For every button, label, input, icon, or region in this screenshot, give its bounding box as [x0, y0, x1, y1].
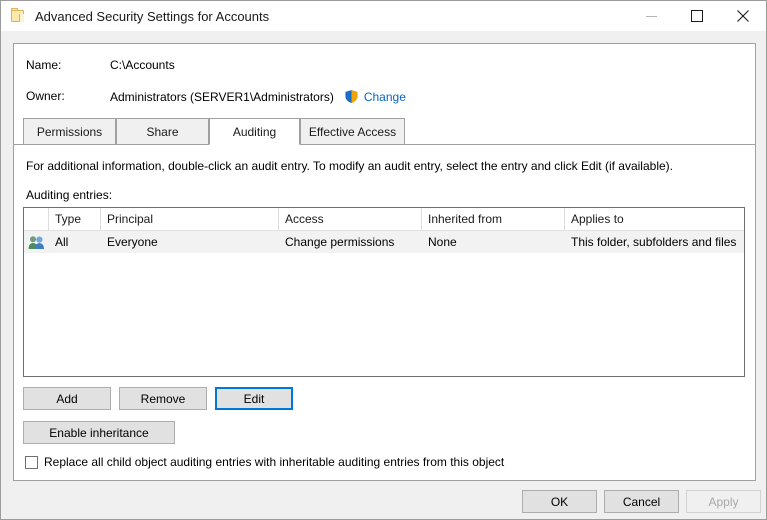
- close-icon[interactable]: [720, 1, 766, 31]
- column-header-access[interactable]: Access: [279, 208, 422, 230]
- dialog-footer: OK Cancel Apply: [1, 482, 766, 519]
- window-title: Advanced Security Settings for Accounts: [35, 8, 270, 24]
- window-controls: [628, 1, 766, 31]
- name-value: C:\Accounts: [110, 58, 175, 72]
- auditing-entries-label: Auditing entries:: [26, 188, 113, 202]
- column-header-inherited-from[interactable]: Inherited from: [422, 208, 565, 230]
- ok-button[interactable]: OK: [522, 490, 597, 513]
- change-owner-link[interactable]: Change: [364, 90, 406, 104]
- tab-strip: Permissions Share Auditing Effective Acc…: [14, 118, 755, 145]
- tab-auditing[interactable]: Auditing: [209, 118, 300, 145]
- uac-shield-icon: [344, 89, 359, 105]
- users-icon: [24, 231, 49, 253]
- remove-button[interactable]: Remove: [119, 387, 207, 410]
- column-header-icon: [24, 208, 49, 230]
- cancel-button[interactable]: Cancel: [604, 490, 679, 513]
- owner-value: Administrators (SERVER1\Administrators): [110, 89, 334, 104]
- replace-auditing-entries-row[interactable]: Replace all child object auditing entrie…: [25, 455, 504, 469]
- column-header-type[interactable]: Type: [49, 208, 101, 230]
- edit-button[interactable]: Edit: [215, 387, 293, 410]
- table-row[interactable]: All Everyone Change permissions None Thi…: [24, 231, 744, 253]
- column-header-principal[interactable]: Principal: [101, 208, 279, 230]
- owner-row: Administrators (SERVER1\Administrators) …: [110, 89, 406, 105]
- cell-inherited-from: None: [428, 235, 457, 249]
- maximize-icon[interactable]: [674, 1, 720, 31]
- folder-icon: [10, 8, 26, 24]
- auditing-entries-list[interactable]: Type Principal Access Inherited from App…: [23, 207, 745, 377]
- replace-auditing-entries-label: Replace all child object auditing entrie…: [44, 455, 505, 469]
- cell-applies-to: This folder, subfolders and files: [571, 235, 737, 249]
- apply-button: Apply: [686, 490, 761, 513]
- tab-permissions[interactable]: Permissions: [23, 118, 116, 144]
- tab-effective-access[interactable]: Effective Access: [300, 118, 405, 144]
- owner-label: Owner:: [26, 89, 65, 103]
- add-button[interactable]: Add: [23, 387, 111, 410]
- minimize-icon[interactable]: [628, 1, 674, 31]
- advanced-security-settings-dialog: Advanced Security Settings for Accounts …: [0, 0, 767, 520]
- list-header-row: Type Principal Access Inherited from App…: [24, 208, 744, 231]
- title-bar: Advanced Security Settings for Accounts: [1, 1, 766, 31]
- name-label: Name:: [26, 58, 62, 72]
- enable-inheritance-button[interactable]: Enable inheritance: [23, 421, 175, 444]
- tab-share[interactable]: Share: [116, 118, 209, 144]
- cell-principal: Everyone: [107, 235, 158, 249]
- column-header-applies-to[interactable]: Applies to: [565, 208, 744, 230]
- cell-type: All: [55, 235, 69, 249]
- content-panel: Name: C:\Accounts Owner: Administrators …: [13, 43, 756, 481]
- instructions-text: For additional information, double-click…: [26, 159, 673, 173]
- cell-access: Change permissions: [285, 235, 395, 249]
- replace-auditing-entries-checkbox[interactable]: [25, 455, 38, 469]
